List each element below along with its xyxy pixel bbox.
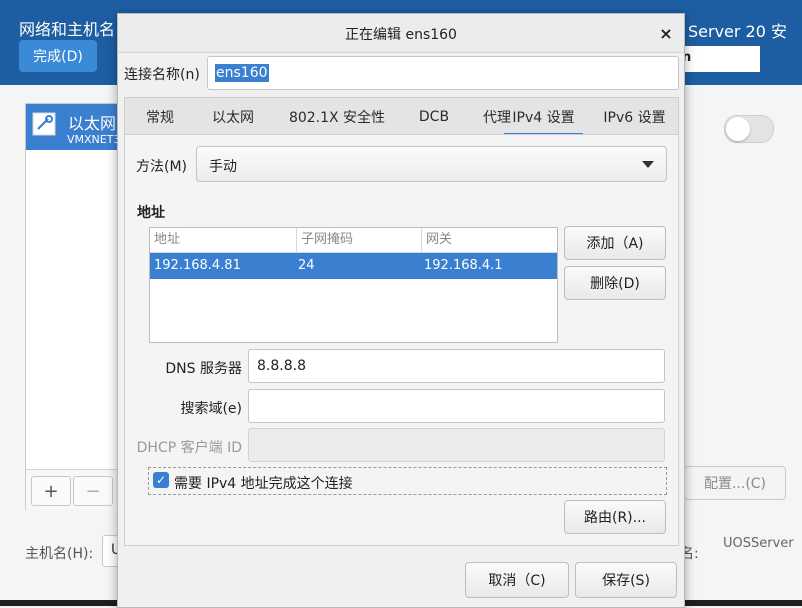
row-netmask[interactable]: 24	[294, 253, 315, 279]
search-domain-label: 搜索域(e)	[180, 401, 242, 417]
hostname-label: 主机名(H):	[25, 546, 94, 562]
address-table-header: 地址 子网掩码 网关	[150, 228, 557, 253]
table-row[interactable]: 192.168.4.81 24 192.168.4.1	[150, 253, 557, 279]
done-button[interactable]: 完成(D)	[19, 40, 97, 72]
installer-title: 网络和主机名	[19, 20, 116, 39]
tab-dcb[interactable]: DCB	[403, 98, 465, 136]
address-section-title: 地址	[137, 205, 165, 221]
dns-input[interactable]: 8.8.8.8	[248, 349, 665, 383]
add-device-button[interactable]: +	[31, 476, 71, 506]
column-netmask: 子网掩码	[296, 228, 421, 252]
method-select[interactable]: 手动	[196, 146, 667, 182]
ethernet-subtitle: VMXNET3	[67, 133, 121, 146]
routes-button[interactable]: 路由(R)...	[564, 500, 666, 534]
tab-ethernet[interactable]: 以太网	[195, 98, 271, 136]
current-hostname-value: UOSServer	[723, 536, 794, 551]
method-value: 手动	[209, 159, 237, 175]
search-domain-input[interactable]	[248, 389, 665, 423]
ethernet-icon	[32, 112, 56, 136]
ethernet-toggle[interactable]	[724, 115, 774, 143]
require-ipv4-checkbox-row[interactable]: ✓ 需要 IPv4 地址完成这个连接	[148, 467, 667, 495]
connection-name-input[interactable]: ens160	[207, 56, 679, 90]
checkmark-icon[interactable]: ✓	[153, 472, 169, 488]
dialog-title: 正在编辑 ens160	[345, 27, 457, 43]
configure-button[interactable]: 配置...(C)	[684, 466, 786, 500]
row-gateway[interactable]: 192.168.4.1	[420, 253, 503, 279]
method-label: 方法(M)	[136, 159, 188, 175]
dhcp-client-id-input[interactable]	[248, 428, 665, 462]
tab-general[interactable]: 常规	[125, 98, 195, 136]
column-address: 地址	[154, 232, 181, 247]
column-gateway: 网关	[421, 228, 557, 252]
tab-8021x-security[interactable]: 802.1X 安全性	[271, 98, 403, 136]
dns-value: 8.8.8.8	[257, 358, 306, 374]
add-address-button[interactable]: 添加（A)	[564, 226, 666, 260]
connection-name-value: ens160	[215, 64, 269, 82]
dialog-titlebar: 正在编辑 ens160 ×	[118, 14, 684, 53]
tab-ipv4-settings[interactable]: IPv4 设置	[504, 98, 583, 136]
ipv4-panel: 方法(M) 手动 地址 地址 子网掩码 网关 192.168.4.81 24 1…	[124, 134, 679, 546]
dns-label: DNS 服务器	[165, 361, 242, 377]
dhcp-client-id-label: DHCP 客户端 ID	[136, 440, 242, 456]
require-ipv4-label: 需要 IPv4 地址完成这个连接	[174, 476, 353, 492]
address-table: 地址 子网掩码 网关 192.168.4.81 24 192.168.4.1	[149, 227, 558, 343]
tab-ipv6-settings[interactable]: IPv6 设置	[591, 98, 678, 136]
edit-connection-dialog: 正在编辑 ens160 × 连接名称(n) ens160 常规 以太网 802.…	[117, 13, 685, 608]
ethernet-name: 以太网	[68, 114, 117, 133]
chevron-down-icon	[642, 161, 654, 168]
close-icon[interactable]: ×	[656, 23, 676, 43]
save-button[interactable]: 保存(S)	[575, 562, 677, 598]
connection-name-label: 连接名称(n)	[124, 67, 200, 83]
language-box[interactable]: n	[672, 46, 760, 72]
cancel-button[interactable]: 取消（C)	[465, 562, 569, 598]
row-address[interactable]: 192.168.4.81	[150, 253, 241, 279]
remove-device-button[interactable]: −	[73, 476, 113, 506]
settings-tabs: 常规 以太网 802.1X 安全性 DCB 代理 IPv4 设置 IPv6 设置	[124, 97, 679, 136]
delete-address-button[interactable]: 删除(D)	[564, 266, 666, 300]
